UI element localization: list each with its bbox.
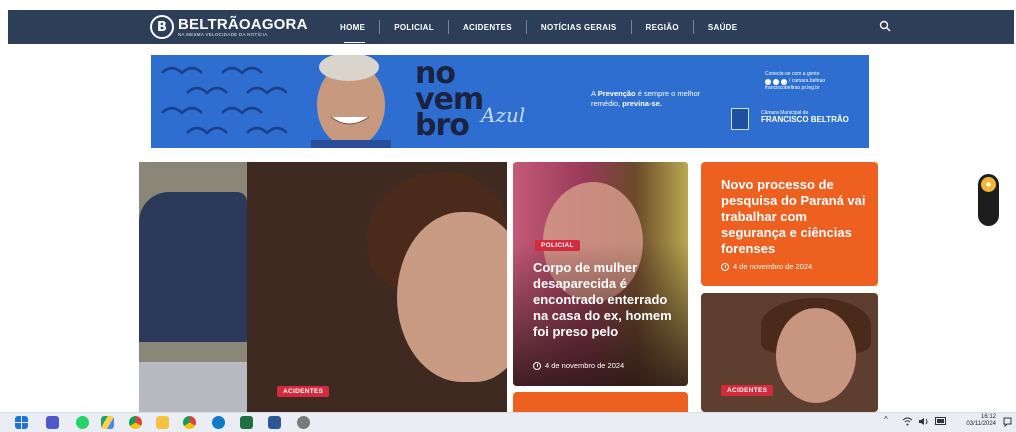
instagram-icon xyxy=(773,78,779,85)
banner-script: Azul xyxy=(481,103,526,127)
featured-news-card[interactable]: ACIDENTES xyxy=(139,162,507,412)
social-handle: / camara.beltrao xyxy=(789,78,826,84)
youtube-icon xyxy=(781,78,787,85)
menu-item-home[interactable]: HOME xyxy=(326,20,381,43)
excel-icon[interactable] xyxy=(240,416,253,429)
clock-date: 03/11/2024 xyxy=(966,421,996,427)
smiling-man-image xyxy=(311,55,391,148)
chamber-name: Câmara Municipal de FRANCISCO BELTRÃO xyxy=(761,111,849,124)
search-icon[interactable] xyxy=(879,20,891,32)
menu-item-noticias-gerais[interactable]: NOTÍCIAS GERAIS xyxy=(527,20,632,34)
banner-social: Conecte-se com a gente / camara.beltrao … xyxy=(765,71,861,92)
news-headline[interactable]: Novo processo de pesquisa do Paraná vai … xyxy=(721,177,871,257)
rescue-worker-image xyxy=(139,162,247,412)
logo-mark-icon: B xyxy=(150,15,174,39)
social-site: franciscobeltrao.pr.leg.br xyxy=(765,85,820,91)
message-bold-1: Prevenção xyxy=(597,89,636,98)
young-woman-image xyxy=(247,162,507,412)
mustache-pattern-icon xyxy=(161,66,287,135)
system-clock[interactable]: 16:12 03/11/2024 xyxy=(958,414,996,428)
google-drive-icon[interactable] xyxy=(101,416,114,429)
logo-tagline: NA MESMA VELOCIDADE DA NOTÍCIA xyxy=(178,31,268,37)
notification-icon[interactable] xyxy=(1003,417,1012,427)
logo-name: BELTRÃOAGORA xyxy=(178,15,308,33)
battery-icon[interactable] xyxy=(935,417,947,425)
category-badge[interactable]: POLICIAL xyxy=(535,240,580,251)
chamber-crest-icon xyxy=(731,108,749,130)
clock-icon xyxy=(721,262,729,271)
orange-news-card[interactable]: Novo processo de pesquisa do Paraná vai … xyxy=(701,162,878,286)
clock-time: 16:12 xyxy=(980,414,996,420)
policial-news-card[interactable]: POLICIAL Corpo de mulher desaparecida é … xyxy=(513,162,688,386)
site-header: B BELTRÃOAGORA NA MESMA VELOCIDADE DA NO… xyxy=(8,10,1014,44)
news-date: 4 de novembro de 2024 xyxy=(533,361,624,370)
edge-icon[interactable] xyxy=(212,416,225,429)
chevron-up-icon[interactable]: ^ xyxy=(884,415,888,424)
date-text: 4 de novembro de 2024 xyxy=(733,262,813,271)
message-bold-2: previna-se. xyxy=(622,99,662,108)
banner-message: A Prevenção é sempre o melhor remédio, p… xyxy=(591,89,726,109)
settings-icon[interactable] xyxy=(297,416,310,429)
google-chrome-alt-icon[interactable] xyxy=(183,416,196,429)
thermal-blanket xyxy=(139,362,247,412)
file-explorer-icon[interactable] xyxy=(156,416,169,429)
chrome-icon[interactable] xyxy=(129,416,142,429)
menu-item-regiao[interactable]: REGIÃO xyxy=(632,20,694,34)
category-badge[interactable]: ACIDENTES xyxy=(721,385,774,396)
volume-icon[interactable] xyxy=(918,417,929,426)
chamber-big: FRANCISCO BELTRÃO xyxy=(761,115,849,124)
novembro-azul-banner[interactable]: no vem bro Azul A Prevenção é sempre o m… xyxy=(151,55,869,148)
small-news-card[interactable]: ACIDENTES xyxy=(701,293,878,412)
sun-icon xyxy=(981,177,996,192)
date-text: 4 de novembro de 2024 xyxy=(545,361,625,370)
social-title: Conecte-se com a gente xyxy=(765,71,820,77)
word-icon[interactable] xyxy=(268,416,281,429)
windows-start-icon[interactable] xyxy=(15,416,28,429)
news-date: 4 de novembro de 2024 xyxy=(721,262,812,271)
news-headline[interactable]: Corpo de mulher desaparecida é encontrad… xyxy=(533,260,678,340)
category-badge[interactable]: ACIDENTES xyxy=(277,386,330,397)
worker-jacket xyxy=(139,192,247,342)
whatsapp-icon[interactable] xyxy=(76,416,89,429)
teams-icon[interactable] xyxy=(46,416,59,429)
next-news-card[interactable] xyxy=(513,392,688,412)
banner-title: no vem bro xyxy=(415,59,484,141)
main-menu: HOME POLICIAL ACIDENTES NOTÍCIAS GERAIS … xyxy=(326,10,751,44)
menu-item-saude[interactable]: SAÚDE xyxy=(694,20,752,34)
facebook-icon xyxy=(765,78,771,85)
windows-taskbar: ^ 16:12 03/11/2024 xyxy=(0,412,1016,432)
site-logo[interactable]: B BELTRÃOAGORA NA MESMA VELOCIDADE DA NO… xyxy=(150,13,308,41)
young-woman-image xyxy=(776,308,856,403)
menu-item-acidentes[interactable]: ACIDENTES xyxy=(449,20,527,34)
clock-icon xyxy=(533,361,541,370)
menu-item-policial[interactable]: POLICIAL xyxy=(380,20,449,34)
theme-toggle[interactable] xyxy=(978,174,999,226)
message-prefix: A xyxy=(591,89,598,98)
wifi-icon[interactable] xyxy=(902,417,913,426)
